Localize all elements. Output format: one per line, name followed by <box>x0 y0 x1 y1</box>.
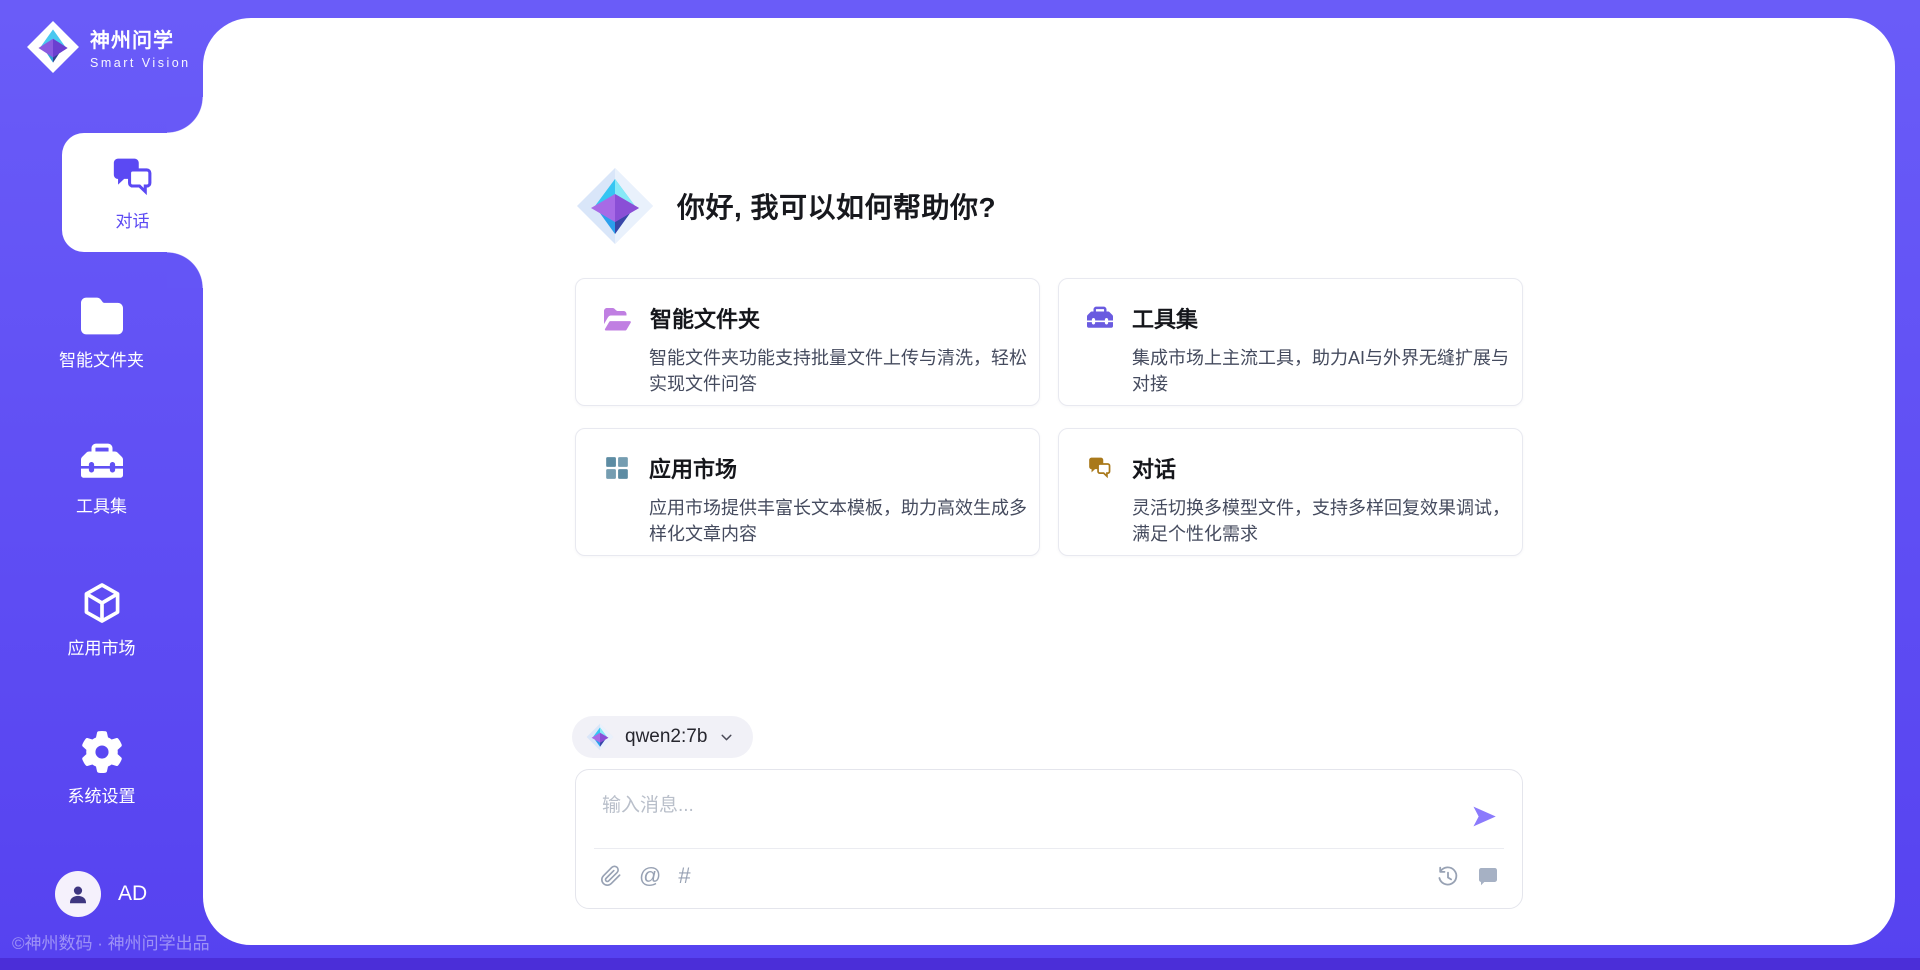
card-title: 应用市场 <box>649 452 737 484</box>
sidebar-item-label: 对话 <box>116 207 150 232</box>
person-icon <box>66 882 90 906</box>
greeting-title: 你好, 我可以如何帮助你? <box>677 186 996 226</box>
sidebar-item-settings[interactable]: 系统设置 <box>0 731 203 807</box>
app-name: 神州问学 <box>90 24 191 53</box>
model-selector[interactable]: qwen2:7b <box>572 716 753 758</box>
model-name: qwen2:7b <box>625 726 707 748</box>
chevron-down-icon <box>718 729 735 746</box>
copyright-footer: ©神州数码 · 神州问学出品 <box>12 929 210 954</box>
feature-cards: 智能文件夹 智能文件夹功能支持批量文件上传与清洗，轻松实现文件问答 工具集 集成… <box>575 278 1523 556</box>
cube-icon <box>80 581 124 625</box>
card-title: 工具集 <box>1132 302 1198 334</box>
message-input[interactable] <box>602 790 1462 840</box>
bottom-bar <box>0 958 1920 970</box>
sidebar-item-toolset[interactable]: 工具集 <box>0 441 203 517</box>
sidebar-item-label: 工具集 <box>76 492 127 517</box>
app-logo: 神州问学 Smart Vision <box>26 20 191 74</box>
greeting-diamond-icon <box>575 164 655 248</box>
card-title: 智能文件夹 <box>650 302 760 334</box>
user-account[interactable]: AD <box>55 871 147 917</box>
greeting-block: 你好, 我可以如何帮助你? <box>575 164 996 248</box>
card-description: 智能文件夹功能支持批量文件上传与清洗，轻松实现文件问答 <box>649 345 1041 397</box>
sidebar-item-chat[interactable]: 对话 <box>62 133 203 252</box>
sidebar-item-label: 智能文件夹 <box>59 346 144 371</box>
grid-icon <box>604 455 630 481</box>
composer-divider <box>594 848 1504 849</box>
folder-open-icon <box>604 306 631 331</box>
sidebar-item-smart-folder[interactable]: 智能文件夹 <box>0 295 203 371</box>
tab-fillet-top <box>167 97 203 133</box>
card-toolset[interactable]: 工具集 集成市场上主流工具，助力AI与外界无缝扩展与对接 <box>1058 278 1523 406</box>
sidebar-item-label: 系统设置 <box>68 782 136 807</box>
card-description: 集成市场上主流工具，助力AI与外界无缝扩展与对接 <box>1132 345 1524 397</box>
app-subtitle: Smart Vision <box>90 56 191 70</box>
card-smart-folder[interactable]: 智能文件夹 智能文件夹功能支持批量文件上传与清洗，轻松实现文件问答 <box>575 278 1040 406</box>
chat-icon <box>1087 455 1113 481</box>
gear-icon <box>81 731 123 773</box>
card-app-market[interactable]: 应用市场 应用市场提供丰富长文本模板，助力高效生成多样化文章内容 <box>575 428 1040 556</box>
avatar <box>55 871 101 917</box>
card-title: 对话 <box>1132 452 1176 484</box>
main-content: 你好, 我可以如何帮助你? 智能文件夹 智能文件夹功能支持批量文件上传与清洗，轻… <box>203 18 1895 945</box>
sidebar-item-label: 应用市场 <box>68 634 136 659</box>
sidebar-item-app-market[interactable]: 应用市场 <box>0 581 203 659</box>
card-description: 应用市场提供丰富长文本模板，助力高效生成多样化文章内容 <box>649 495 1041 547</box>
send-icon[interactable] <box>1471 803 1498 830</box>
toolbox-icon <box>81 441 123 483</box>
user-name: AD <box>118 882 147 906</box>
attachment-icon[interactable] <box>600 865 622 887</box>
message-composer: @ # <box>575 769 1523 909</box>
card-chat[interactable]: 对话 灵活切换多模型文件，支持多样回复效果调试，满足个性化需求 <box>1058 428 1523 556</box>
tab-fillet-bottom <box>167 252 203 288</box>
hashtag-icon[interactable]: # <box>678 865 690 887</box>
brand-diamond-icon <box>26 20 80 74</box>
model-diamond-icon <box>586 723 614 751</box>
history-icon[interactable] <box>1436 865 1460 889</box>
chat-icon <box>110 154 156 200</box>
folder-icon <box>81 295 123 337</box>
card-description: 灵活切换多模型文件，支持多样回复效果调试，满足个性化需求 <box>1132 495 1524 547</box>
toolbox-icon <box>1087 305 1113 331</box>
mention-icon[interactable]: @ <box>639 865 661 887</box>
chat-bubble-icon[interactable] <box>1476 865 1500 889</box>
